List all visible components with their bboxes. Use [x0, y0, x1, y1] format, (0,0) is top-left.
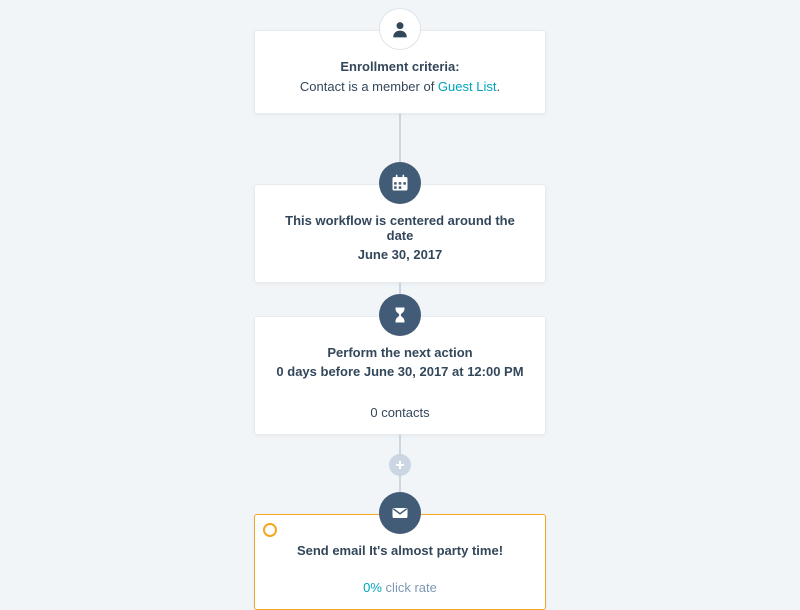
add-action-button[interactable]	[389, 454, 411, 476]
user-icon	[379, 8, 421, 50]
send-email-name-link[interactable]: It's almost party time!	[369, 543, 503, 558]
mail-icon	[379, 492, 421, 534]
send-email-stats: 0% click rate	[275, 572, 525, 595]
center-date-line2: June 30, 2017	[275, 247, 525, 262]
calendar-icon	[379, 162, 421, 204]
enrollment-body: Contact is a member of Guest List.	[275, 78, 525, 97]
send-email-title: Send email It's almost party time!	[275, 543, 525, 558]
delay-line2: 0 days before June 30, 2017 at 12:00 PM	[275, 364, 525, 379]
enrollment-suffix: .	[496, 79, 500, 94]
enrollment-prefix: Contact is a member of	[300, 79, 438, 94]
click-rate-label: click rate	[382, 580, 437, 595]
click-rate-value: 0%	[363, 580, 382, 595]
center-date-line1: This workflow is centered around the dat…	[275, 213, 525, 243]
selection-indicator-icon	[263, 523, 277, 537]
send-email-label: Send email	[297, 543, 369, 558]
hourglass-icon	[379, 294, 421, 336]
delay-line1: Perform the next action	[275, 345, 525, 360]
enrollment-list-link[interactable]: Guest List	[438, 79, 497, 94]
enrollment-title: Enrollment criteria:	[275, 59, 525, 74]
delay-contacts: 0 contacts	[275, 397, 525, 420]
workflow-canvas: Enrollment criteria: Contact is a member…	[0, 0, 800, 600]
